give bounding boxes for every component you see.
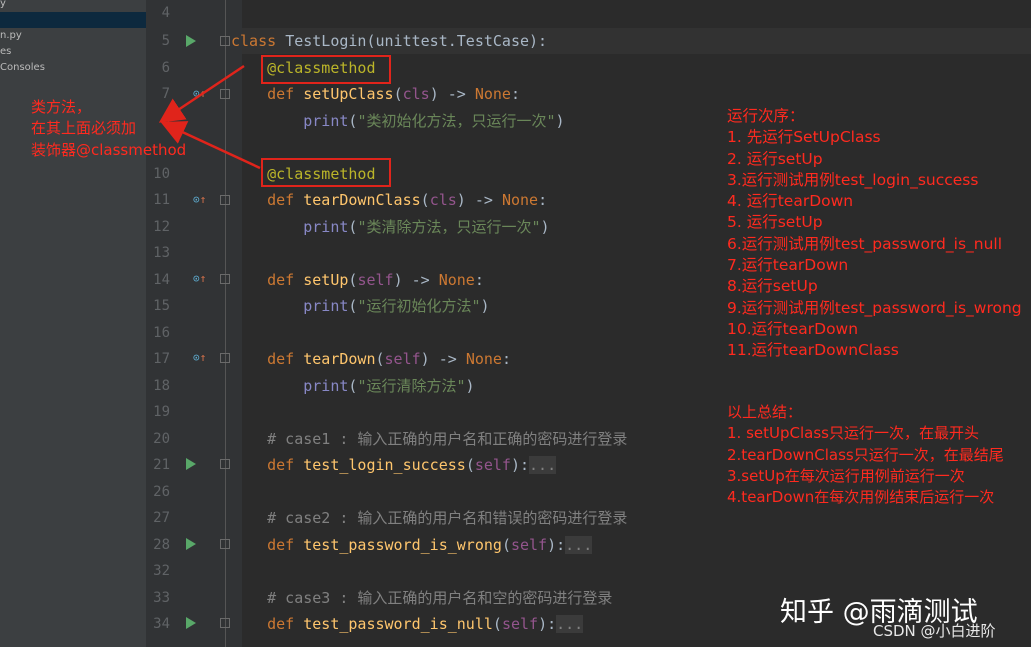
run-order-step: 2. 运行setUp <box>727 149 823 168</box>
run-order-step: 3.运行测试用例test_login_success <box>727 170 979 189</box>
classmethod-annotation: 类方法， 在其上面必须加 装饰器@classmethod <box>31 97 186 161</box>
summary-heading: 以上总结： <box>727 403 803 421</box>
annotation-line: 类方法， <box>31 98 92 116</box>
annotation-line: 装饰器@classmethod <box>31 140 187 159</box>
run-order-step: 11.运行tearDownClass <box>727 341 899 360</box>
run-order-step: 8.运行setUp <box>727 277 818 296</box>
csdn-watermark: CSDN @小白进阶 <box>873 622 996 640</box>
run-order-annotation: 运行次序： 1. 先运行SetUpClass 2. 运行setUp 3.运行测试… <box>727 106 1022 362</box>
run-order-step: 5. 运行setUp <box>727 213 823 232</box>
summary-item: 3.setUp在每次运行用例前运行一次 <box>727 466 965 485</box>
run-order-step: 7.运行tearDown <box>727 256 849 275</box>
run-order-heading: 运行次序： <box>727 107 805 125</box>
run-order-step: 4. 运行tearDown <box>727 192 854 211</box>
summary-item: 2.tearDownClass只运行一次，在最结尾 <box>727 445 1004 464</box>
summary-item: 4.tearDown在每次用例结束后运行一次 <box>727 488 995 507</box>
run-order-step: 6.运行测试用例test_password_is_null <box>727 234 1003 253</box>
run-order-step: 1. 先运行SetUpClass <box>727 128 881 147</box>
summary-annotation: 以上总结： 1. setUpClass只运行一次，在最开头 2.tearDown… <box>727 402 1004 508</box>
run-order-step: 10.运行tearDown <box>727 319 859 338</box>
annotation-line: 在其上面必须加 <box>31 119 137 138</box>
run-order-step: 9.运行测试用例test_password_is_wrong <box>727 298 1022 317</box>
summary-item: 1. setUpClass只运行一次，在最开头 <box>727 424 979 443</box>
